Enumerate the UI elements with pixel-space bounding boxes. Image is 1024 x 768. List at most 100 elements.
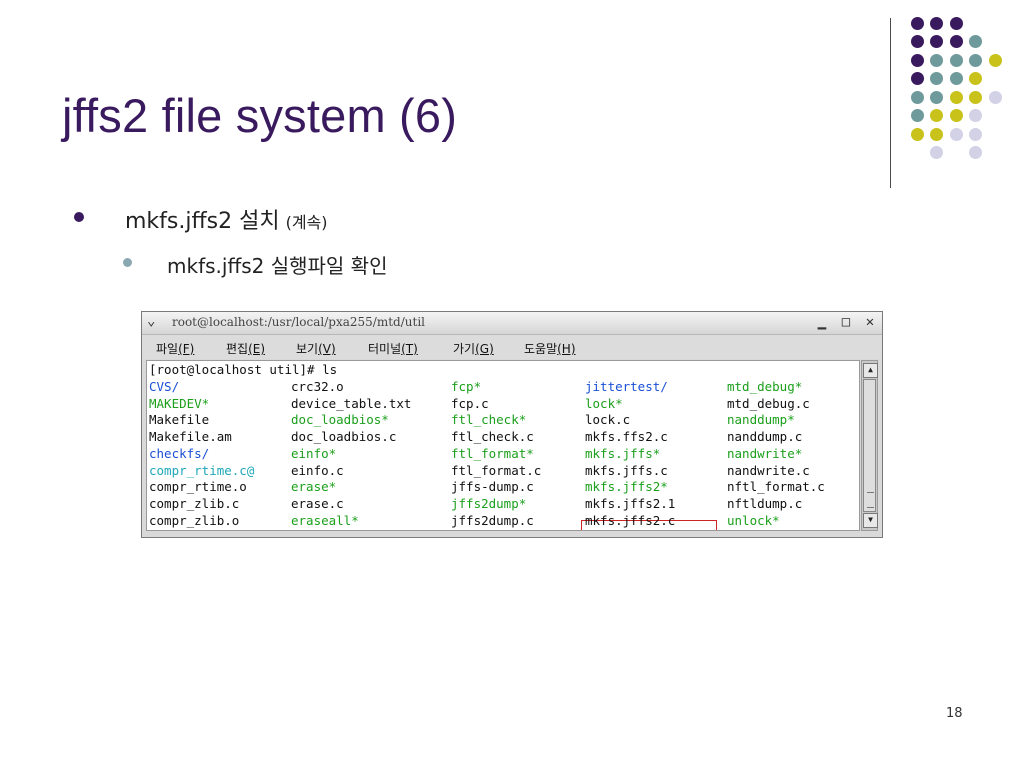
bullet-level2: mkfs.jffs2 실행파일 확인: [167, 254, 388, 278]
terminal-console[interactable]: [root@localhost util]# ls CVS/crc32.o fcp…: [146, 360, 860, 531]
scroll-grip: [867, 492, 874, 508]
file-entry: fcp.c: [451, 395, 489, 411]
file-entry: mkfs.ffs2.c: [585, 429, 668, 445]
file-entry: nftl_format.c: [727, 479, 825, 495]
close-button[interactable]: ✕: [862, 314, 878, 330]
menu-help[interactable]: 도움말(H): [524, 340, 576, 357]
file-entry: compr_zlib.c: [149, 495, 240, 511]
decorative-dot: [969, 72, 982, 85]
file-entry: einfo.c: [291, 462, 344, 478]
file-entry: checkfs/: [149, 445, 210, 461]
menu-go[interactable]: 가기(G): [453, 340, 494, 357]
file-entry: jittertest/: [585, 379, 668, 394]
decorative-dot: [949, 16, 963, 30]
scroll-down-icon[interactable]: ▼: [863, 513, 878, 528]
file-entry: lock*: [585, 395, 623, 411]
decorative-dot: [949, 53, 963, 67]
minimize-button[interactable]: ▁: [814, 314, 830, 330]
file-entry: unlock*: [727, 512, 780, 528]
file-entry: mkfs.jffs.c: [585, 462, 668, 478]
decorative-dot: [930, 72, 943, 85]
menu-edit[interactable]: 편집(E): [226, 340, 265, 357]
decorative-dot: [910, 35, 924, 48]
file-entry: ftl_check*: [451, 412, 527, 428]
decorative-dot: [969, 146, 982, 159]
decorative-dot: [930, 109, 943, 122]
bullet-level1: mkfs.jffs2 설치 (계속): [125, 203, 328, 235]
window-menu-chevron-icon[interactable]: ⌄: [147, 313, 155, 329]
decorative-dot: [969, 127, 982, 141]
maximize-button[interactable]: □: [838, 314, 854, 330]
file-entry: nandwrite*: [727, 445, 803, 461]
decorative-dot: [930, 127, 943, 141]
decorative-dot: [988, 53, 1002, 67]
file-entry: compr_zlib.o: [149, 512, 240, 528]
scroll-up-icon[interactable]: ▲: [863, 363, 878, 378]
decorative-dot: [949, 109, 963, 122]
decorative-dot: [930, 53, 943, 67]
decorative-dot: [910, 127, 924, 141]
decorative-dot: [949, 127, 963, 141]
file-entry: doc_loadbios*: [291, 412, 389, 428]
terminal-menubar: 파일(F) 편집(E) 보기(V) 터미널(T) 가기(G) 도움말(H): [142, 335, 882, 359]
menu-file[interactable]: 파일(F): [156, 340, 194, 357]
decorative-dot: [910, 16, 924, 30]
file-entry: fcp*: [451, 379, 482, 394]
file-entry: einfo*: [291, 445, 337, 461]
file-entry: jffs2dump*: [451, 495, 527, 511]
scroll-thumb[interactable]: [863, 379, 876, 512]
file-entry: doc_loadbios.c: [291, 429, 397, 445]
prompt-line: [root@localhost util]# ls: [149, 362, 338, 377]
decorative-dot-grid: [0, 0, 1024, 200]
file-entry: CVS/: [149, 379, 180, 394]
file-entry: mkfs.jffs2.c: [585, 512, 676, 528]
decorative-dot: [988, 90, 1002, 104]
file-entry: ftl_format.c: [451, 462, 542, 478]
file-entry: Makefile.am: [149, 429, 232, 445]
file-entry: nftldump.c: [727, 495, 803, 511]
decorative-dot: [910, 72, 924, 85]
file-entry: ftl_format*: [451, 445, 534, 461]
decorative-dot: [910, 90, 924, 104]
decorative-dot: [930, 90, 943, 104]
file-entry: erase*: [291, 479, 337, 495]
file-entry: nanddump.c: [727, 429, 803, 445]
decorative-dot: [949, 72, 963, 85]
bullet-level1-text: mkfs.jffs2 설치: [125, 209, 280, 234]
file-entry: compr_rtime.c@: [149, 462, 255, 478]
decorative-dot: [910, 109, 924, 122]
file-entry: mtd_debug.c: [727, 395, 810, 411]
file-entry: device_table.txt: [291, 395, 412, 411]
decorative-dot: [969, 109, 982, 122]
decorative-dot: [910, 53, 924, 67]
decorative-dot: [930, 35, 943, 48]
file-entry: compr_rtime.o: [149, 479, 247, 495]
decorative-dot: [930, 16, 943, 30]
bullet-marker-level2: [123, 258, 132, 267]
menu-terminal[interactable]: 터미널(T): [368, 340, 418, 357]
decorative-dot: [969, 35, 982, 48]
file-entry: Makefile: [149, 412, 210, 428]
file-entry: mkfs.jffs*: [585, 445, 661, 461]
decorative-dot: [969, 90, 982, 104]
file-entry: nandwrite.c: [727, 462, 810, 478]
menu-view[interactable]: 보기(V): [296, 340, 336, 357]
bullet-level1-note: (계속): [285, 213, 328, 232]
file-entry: crc32.o: [291, 379, 344, 394]
file-entry: eraseall*: [291, 512, 359, 528]
decorative-dot: [949, 35, 963, 48]
file-entry: jffs-dump.c: [451, 479, 534, 495]
terminal-scrollbar[interactable]: ▲ ▼: [861, 360, 878, 531]
terminal-window: ⌄ root@localhost:/usr/local/pxa255/mtd/u…: [141, 311, 883, 538]
file-entry: nanddump*: [727, 412, 795, 428]
page-number: 18: [946, 706, 963, 721]
terminal-title: root@localhost:/usr/local/pxa255/mtd/uti…: [172, 315, 425, 329]
decorative-dot: [949, 90, 963, 104]
bullet-marker-level1: [74, 212, 84, 222]
decorative-dot: [969, 53, 982, 67]
decorative-dot: [930, 146, 943, 159]
file-entry: erase.c: [291, 495, 344, 511]
terminal-titlebar[interactable]: ⌄ root@localhost:/usr/local/pxa255/mtd/u…: [142, 312, 882, 335]
file-entry: MAKEDEV*: [149, 395, 210, 411]
file-entry: mkfs.jffs2.1: [585, 495, 676, 511]
